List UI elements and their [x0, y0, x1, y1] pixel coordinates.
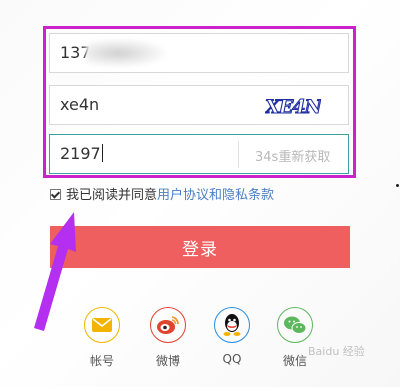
watermark: Baidu 经验 — [308, 345, 365, 358]
social-label-qq: QQ — [222, 352, 242, 366]
agreement-row: 我已阅读并同意用户协议和隐私条款 — [50, 184, 274, 203]
social-qq-login[interactable]: QQ — [210, 307, 254, 366]
side-dot — [396, 184, 399, 187]
agreement-prefix: 我已阅读并同意 — [66, 188, 158, 203]
qq-icon[interactable] — [214, 307, 250, 343]
agreement-checkbox[interactable] — [50, 189, 61, 200]
social-weibo-login[interactable]: 微博 — [146, 307, 190, 369]
social-wechat-login[interactable]: 微信 — [273, 307, 317, 369]
social-label-weibo: 微博 — [155, 354, 180, 368]
annotation-highlight-frame — [43, 26, 356, 178]
social-account-login[interactable]: 帐号 — [80, 307, 124, 369]
weibo-icon[interactable] — [150, 307, 186, 343]
wechat-icon[interactable] — [277, 307, 313, 343]
social-label-account: 帐号 — [89, 354, 114, 368]
login-button[interactable]: 登录 — [50, 226, 350, 268]
mail-icon[interactable] — [84, 307, 120, 343]
agreement-link[interactable]: 用户协议和隐私条款 — [157, 188, 274, 203]
